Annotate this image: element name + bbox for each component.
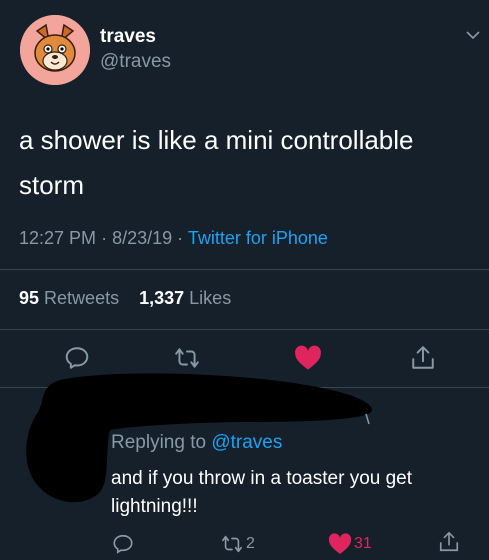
tweet-time: 12:27 PM bbox=[19, 228, 97, 248]
reply-retweet-button[interactable]: 2 bbox=[220, 533, 255, 555]
replying-to: Replying to @traves bbox=[111, 432, 282, 454]
tweet-stats: 95 Retweets 1,337 Likes bbox=[19, 288, 231, 309]
meta-separator: · bbox=[177, 228, 188, 248]
tweet-meta: 12:27 PM · 8/23/19 · Twitter for iPhone bbox=[19, 228, 328, 249]
reply-share-button[interactable] bbox=[438, 531, 460, 553]
reply-icon bbox=[113, 534, 133, 554]
dog-avatar-icon bbox=[20, 15, 90, 85]
reply-retweet-count: 2 bbox=[246, 535, 255, 552]
reply-like-count: 31 bbox=[354, 535, 372, 552]
divider bbox=[0, 329, 489, 330]
heart-filled-icon bbox=[328, 533, 352, 554]
likes-stat[interactable]: 1,337 Likes bbox=[139, 288, 231, 308]
user-handle[interactable]: @traves bbox=[100, 51, 171, 73]
divider bbox=[0, 269, 489, 270]
reply-text: and if you throw in a toaster you get li… bbox=[111, 468, 413, 517]
chevron-down-icon[interactable] bbox=[466, 28, 480, 47]
likes-count: 1,337 bbox=[139, 288, 185, 308]
replying-prefix: Replying to bbox=[111, 432, 212, 453]
reply-like-button[interactable]: 31 bbox=[328, 533, 372, 555]
tweet-source-link[interactable]: Twitter for iPhone bbox=[188, 228, 328, 248]
likes-label: Likes bbox=[189, 288, 232, 308]
tweet-date: 8/23/19 bbox=[112, 228, 173, 248]
replying-to-mention[interactable]: @traves bbox=[211, 432, 282, 453]
reply-reply-button[interactable] bbox=[112, 533, 134, 555]
tweet-text: a shower is like a mini controllable sto… bbox=[19, 125, 414, 200]
retweets-stat[interactable]: 95 Retweets bbox=[19, 288, 119, 308]
meta-separator: · bbox=[101, 228, 113, 248]
retweets-label: Retweets bbox=[44, 288, 120, 308]
retweet-icon bbox=[222, 535, 242, 553]
retweets-count: 95 bbox=[19, 288, 40, 308]
avatar[interactable] bbox=[20, 15, 90, 85]
share-icon bbox=[439, 531, 459, 552]
display-name[interactable]: traves bbox=[100, 26, 156, 48]
